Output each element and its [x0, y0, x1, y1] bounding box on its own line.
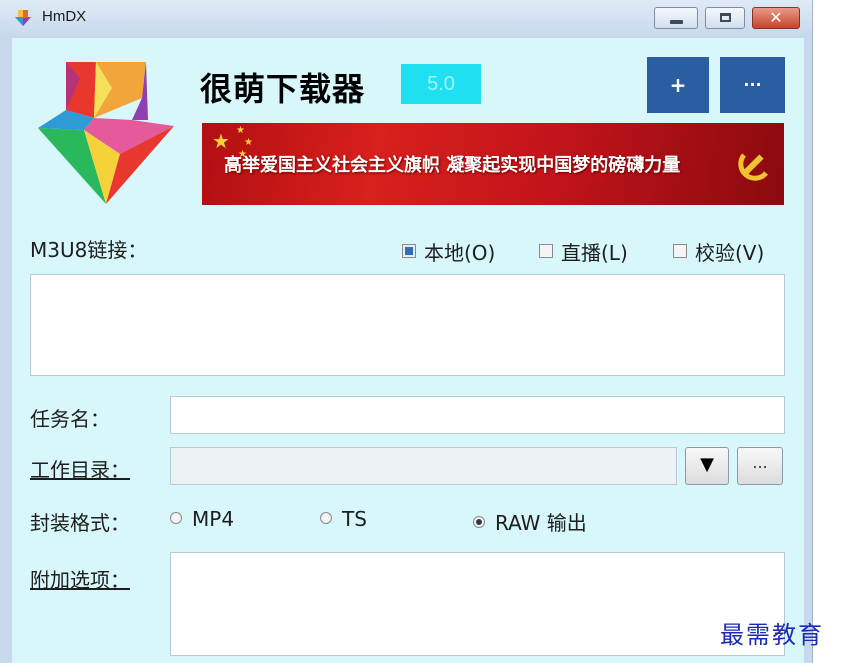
more-button[interactable]: ···: [720, 57, 785, 113]
hammer-sickle-icon: [738, 153, 768, 181]
banner-image: ★ ★ ★ ★ ★ 高举爱国主义社会主义旗帜 凝聚起实现中国梦的磅礴力量: [202, 123, 784, 205]
verify-checkbox-label: 校验(V): [695, 241, 765, 265]
extra-options-textarea[interactable]: [170, 552, 785, 656]
minimize-button[interactable]: [654, 7, 698, 29]
extra-options-label: 附加选项：: [30, 568, 130, 592]
star-icon: ★: [212, 129, 230, 153]
checkbox-icon: [539, 244, 553, 258]
task-name-label: 任务名：: [30, 407, 110, 431]
browse-button[interactable]: ...: [737, 447, 783, 485]
watermark-text: 最需教育: [720, 621, 824, 649]
m3u8-label: M3U8链接：: [30, 238, 148, 262]
radio-icon: [170, 512, 182, 524]
app-window: HmDX ✕ 很萌下载器 5.0 + ··· ★ ★ ★ ★ ★ 高举爱国主义社…: [0, 0, 813, 663]
radio-icon: [320, 512, 332, 524]
banner-text: 高举爱国主义社会主义旗帜 凝聚起实现中国梦的磅礴力量: [224, 155, 681, 176]
task-name-input[interactable]: [170, 396, 785, 434]
title-bar[interactable]: HmDX ✕: [0, 0, 812, 38]
format-raw-label: RAW 输出: [495, 511, 587, 535]
main-panel: 很萌下载器 5.0 + ··· ★ ★ ★ ★ ★ 高举爱国主义社会主义旗帜 凝…: [12, 38, 804, 663]
app-icon: [15, 10, 31, 26]
m3u8-url-textarea[interactable]: [30, 274, 785, 376]
maximize-icon: [720, 13, 731, 22]
minimize-icon: [670, 20, 683, 24]
checkbox-checked-icon: [402, 244, 416, 258]
format-ts-label: TS: [342, 507, 367, 531]
format-mp4-label: MP4: [192, 507, 235, 531]
format-raw-radio[interactable]: RAW 输出: [473, 507, 587, 536]
download-arrow-logo-icon: [38, 62, 174, 204]
workdir-dropdown-button[interactable]: ▼: [685, 447, 729, 485]
format-ts-radio[interactable]: TS: [320, 507, 367, 531]
local-checkbox-label: 本地(O): [424, 241, 496, 265]
version-badge: 5.0: [401, 64, 481, 104]
live-checkbox[interactable]: 直播(L): [539, 237, 628, 265]
window-title: HmDX: [42, 8, 87, 25]
close-button[interactable]: ✕: [752, 7, 800, 29]
format-label: 封装格式：: [30, 511, 130, 535]
add-button[interactable]: +: [647, 57, 709, 113]
app-name: 很萌下载器: [200, 70, 366, 108]
live-checkbox-label: 直播(L): [561, 241, 628, 265]
local-checkbox[interactable]: 本地(O): [402, 237, 495, 265]
star-icon: ★: [244, 137, 253, 148]
dropdown-arrow-icon: ▼: [700, 454, 714, 475]
checkbox-icon: [673, 244, 687, 258]
verify-checkbox[interactable]: 校验(V): [673, 237, 764, 265]
maximize-button[interactable]: [705, 7, 745, 29]
workdir-input[interactable]: [170, 447, 677, 485]
close-icon: ✕: [769, 8, 783, 27]
workdir-label: 工作目录：: [30, 458, 130, 482]
star-icon: ★: [236, 125, 245, 136]
radio-selected-icon: [473, 516, 485, 528]
format-mp4-radio[interactable]: MP4: [170, 507, 234, 531]
